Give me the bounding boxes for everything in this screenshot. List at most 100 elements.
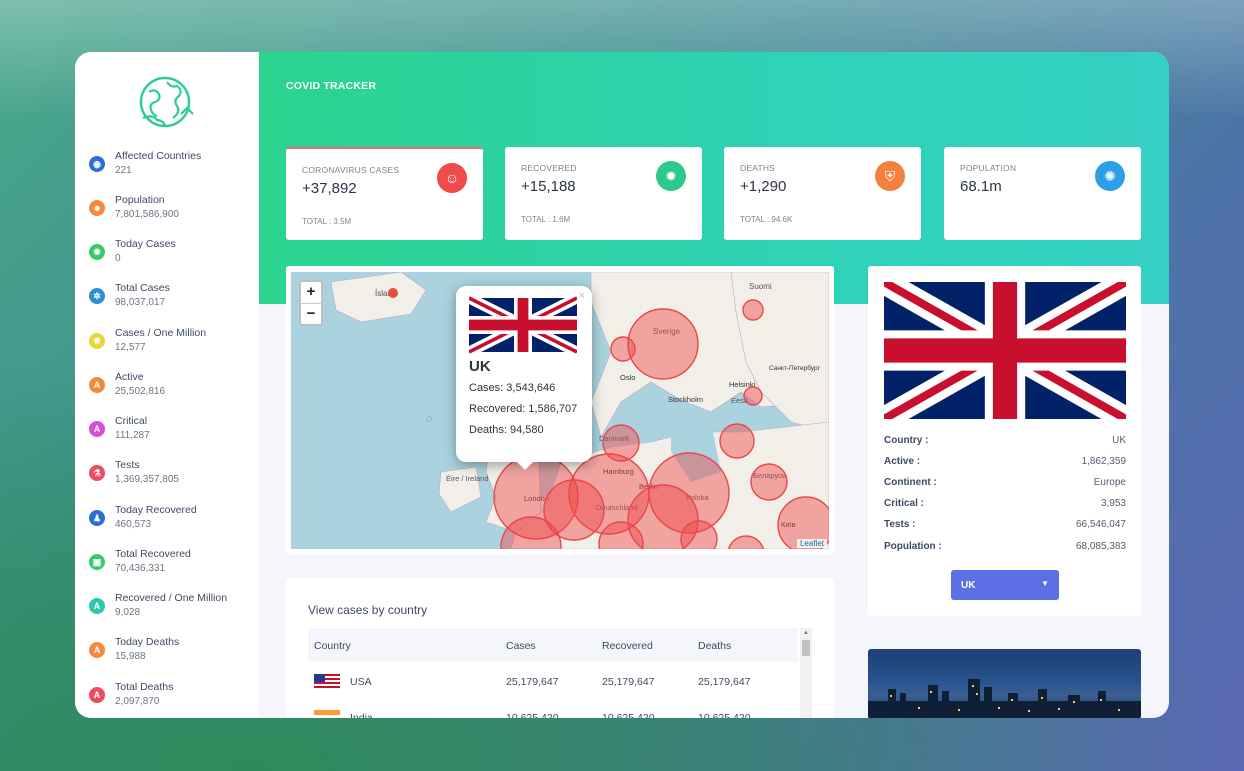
sidebar-item[interactable]: A Active 25,502,816 (89, 371, 165, 397)
map-label-suomi: Suomi (749, 282, 772, 291)
people-icon: ☻ (89, 200, 105, 216)
cell-cases: 10,625,420 (506, 712, 559, 718)
sidebar-item[interactable]: ✲ Total Cases 98,037,017 (89, 282, 170, 308)
sidebar-item[interactable]: A Critical 111,287 (89, 415, 150, 441)
country-select[interactable]: UK ▼ (951, 570, 1059, 600)
building-user-icon: ▦ (89, 554, 105, 570)
sidebar-item-value: 1,369,357,805 (115, 474, 179, 485)
virus-cluster-icon: ✲ (89, 288, 105, 304)
virus-icon: ✹ (656, 161, 686, 191)
popup-cases: Cases: 3,543,646 (469, 382, 556, 394)
sidebar-item[interactable]: A Today Deaths 15,988 (89, 636, 179, 662)
shield-icon: ⛨ (875, 161, 905, 191)
map-label-oslo: Oslo (620, 373, 635, 382)
sidebar-item-value: 12,577 (115, 342, 146, 353)
country-info-value: 3,953 (1100, 498, 1126, 509)
stat-label: POPULATION (960, 163, 1017, 173)
sidebar-item-label: Active (115, 371, 144, 383)
sidebar: ◉ Affected Countries 221 ☻ Population 7,801,5… (75, 52, 259, 718)
map[interactable]: Ísland Suomi Sverige Oslo Stockholm Hels… (291, 272, 829, 549)
sidebar-item-value: 221 (115, 165, 132, 176)
popup-country-name: UK (469, 358, 491, 375)
country-info-row: Critical : 3,953 (884, 498, 1126, 512)
stat-label: CORONAVIRUS CASES (302, 165, 400, 175)
stat-value: 68.1m (960, 178, 1002, 195)
sidebar-item-label: Today Cases (115, 238, 176, 250)
sidebar-item-label: Population (115, 194, 165, 206)
col-header-country[interactable]: Country (314, 640, 351, 652)
country-info-value: Europe (1093, 477, 1126, 488)
scrollbar-thumb[interactable] (802, 640, 810, 656)
popup-recovered: Recovered: 1,586,707 (469, 403, 578, 415)
cell-deaths: 25,179,647 (698, 676, 751, 688)
stat-card: CORONAVIRUS CASES +37,892 TOTAL : 3.5M ☺ (286, 147, 483, 240)
sidebar-item-label: Cases / One Million (115, 327, 207, 339)
stat-label: RECOVERED (521, 163, 577, 173)
zoom-in-button[interactable]: + (301, 282, 321, 303)
table-row[interactable]: USA 25,179,647 25,179,647 25,179,647 (308, 674, 798, 694)
country-info-value: 66,546,047 (1075, 519, 1126, 530)
stat-total: TOTAL : 3.5M (302, 217, 352, 226)
sidebar-item-label: Total Recovered (115, 548, 191, 560)
table-row[interactable]: India 10,625,420 10,625,420 10,625,420 (308, 710, 798, 718)
col-header-deaths[interactable]: Deaths (698, 640, 731, 652)
stat-value: +15,188 (521, 178, 576, 195)
country-info-key: Country : (884, 435, 929, 446)
table-scrollbar[interactable]: ▲ (800, 628, 812, 718)
sidebar-item-value: 98,037,017 (115, 297, 166, 308)
col-header-recovered[interactable]: Recovered (602, 640, 653, 652)
uk-flag-icon (469, 296, 577, 354)
zoom-out-button[interactable]: − (301, 303, 321, 324)
sidebar-item-label: Recovered / One Million (115, 592, 228, 604)
map-popup: × UK Cases: 3,543,646 Recovered: 1,586,7… (456, 286, 592, 470)
country-detail-card: Country : UK Active : 1,862,359 Continent : E… (868, 266, 1141, 616)
sidebar-item[interactable]: ♟ Today Recovered 460,573 (89, 504, 197, 530)
sidebar-item[interactable]: ▦ Total Recovered 70,436,331 (89, 548, 191, 574)
shield-a-icon: A (89, 642, 105, 658)
sidebar-item-value: 15,988 (115, 651, 146, 662)
sidebar-item-value: 9,028 (115, 607, 141, 618)
sidebar-item[interactable]: A Total Deaths 2,097,870 (89, 681, 173, 707)
country-info-row: Country : UK (884, 435, 1126, 449)
stat-total: TOTAL : 94.6K (740, 215, 793, 224)
sidebar-item[interactable]: ⚗ Tests 1,369,357,805 (89, 459, 179, 485)
sidebar-item-label: Tests (115, 459, 140, 471)
country-info-key: Continent : (884, 477, 937, 488)
stat-card: POPULATION 68.1m ✺ (944, 147, 1141, 240)
virus-badge-icon: ✺ (1095, 161, 1125, 191)
table-header: Country Cases Recovered Deaths (308, 628, 798, 662)
popup-deaths: Deaths: 94,580 (469, 424, 544, 436)
main-area: COVID TRACKER CORONAVIRUS CASES +37,892 TO… (259, 52, 1169, 718)
popup-close-button[interactable]: × (579, 290, 585, 302)
sidebar-item-value: 7,801,586,900 (115, 209, 179, 220)
leaflet-attribution-link[interactable]: Leaflet (796, 539, 827, 548)
col-header-cases[interactable]: Cases (506, 640, 536, 652)
sidebar-item-label: Today Deaths (115, 636, 180, 648)
sidebar-item-label: Critical (115, 415, 148, 427)
sidebar-item-label: Total Cases (115, 282, 170, 294)
shield-a-icon: A (89, 377, 105, 393)
country-info-row: Active : 1,862,359 (884, 456, 1126, 470)
sidebar-item[interactable]: ✹ Cases / One Million 12,577 (89, 327, 206, 353)
scroll-up-icon[interactable]: ▲ (803, 630, 809, 636)
country-info-row: Continent : Europe (884, 477, 1126, 491)
map-card: Ísland Suomi Sverige Oslo Stockholm Hels… (286, 266, 834, 554)
country-info-key: Critical : (884, 498, 925, 509)
zoom-control: + − (299, 280, 323, 326)
sidebar-item[interactable]: ☻ Population 7,801,586,900 (89, 194, 179, 220)
sidebar-item-value: 70,436,331 (115, 563, 166, 574)
uk-flag-large-icon (884, 282, 1126, 419)
virus-icon: ✹ (89, 244, 105, 260)
cell-deaths: 10,625,420 (698, 712, 751, 718)
stat-card: RECOVERED +15,188 TOTAL : 1.6M ✹ (505, 147, 702, 240)
country-info-row: Tests : 66,546,047 (884, 519, 1126, 533)
skyline-graphic (868, 679, 1141, 718)
test-icon: ⚗ (89, 465, 105, 481)
sidebar-item[interactable]: ◉ Affected Countries 221 (89, 150, 201, 176)
group-icon: ☺ (437, 163, 467, 193)
usa-flag-icon (314, 674, 340, 688)
sidebar-item[interactable]: ✹ Today Cases 0 (89, 238, 176, 264)
stat-value: +37,892 (302, 180, 357, 197)
brand-title: COVID TRACKER (286, 80, 377, 92)
sidebar-item[interactable]: A Recovered / One Million 9,028 (89, 592, 227, 618)
